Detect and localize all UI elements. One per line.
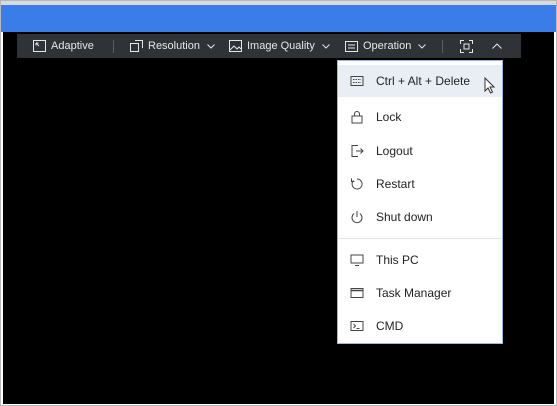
power-icon <box>350 210 364 224</box>
title-bar <box>1 5 556 32</box>
resolution-icon <box>130 40 143 52</box>
menu-item-label: This PC <box>376 253 419 267</box>
mouse-cursor-icon <box>484 76 496 97</box>
menu-item-task-manager[interactable]: Task Manager <box>338 277 502 309</box>
menu-item-label: Logout <box>376 144 413 158</box>
menu-item-label: CMD <box>376 319 404 333</box>
logout-icon <box>350 144 364 158</box>
monitor-icon <box>350 253 364 267</box>
menu-item-cmd[interactable]: CMD <box>338 310 502 342</box>
window-icon <box>350 286 364 300</box>
lock-icon <box>350 110 364 124</box>
terminal-icon <box>350 319 364 333</box>
remote-toolbar: Adaptive Resolution Image Quality Operat… <box>17 34 521 58</box>
restart-icon <box>350 177 364 191</box>
operation-label: Operation <box>363 40 412 52</box>
remote-desktop-window: Adaptive Resolution Image Quality Operat… <box>0 0 557 406</box>
menu-item-ctrl-alt-delete[interactable]: Ctrl + Alt + Delete <box>338 65 502 97</box>
fullscreen-button[interactable] <box>460 34 473 58</box>
menu-item-restart[interactable]: Restart <box>338 168 502 200</box>
chevron-down-icon <box>418 43 427 49</box>
menu-item-this-pc[interactable]: This PC <box>338 244 502 276</box>
menu-item-shut-down[interactable]: Shut down <box>338 201 502 233</box>
chevron-up-icon <box>492 43 502 49</box>
toolbar-separator <box>442 40 443 53</box>
menu-item-label: Lock <box>376 110 402 124</box>
menu-item-logout[interactable]: Logout <box>338 135 502 167</box>
menu-divider <box>338 238 502 239</box>
menu-item-label: Shut down <box>376 210 433 224</box>
chevron-down-icon <box>322 43 330 49</box>
toolbar-separator <box>113 40 114 53</box>
operation-dropdown[interactable]: Operation <box>345 34 427 58</box>
fullscreen-icon <box>460 39 473 53</box>
menu-item-label: Ctrl + Alt + Delete <box>376 74 471 88</box>
menu-item-label: Task Manager <box>376 286 452 300</box>
adaptive-label: Adaptive <box>51 40 94 52</box>
menu-item-lock[interactable]: Lock <box>338 101 502 133</box>
image-icon <box>229 40 242 52</box>
keyboard-icon <box>350 74 364 88</box>
resolution-label: Resolution <box>148 40 200 52</box>
menu-item-label: Restart <box>376 177 415 191</box>
chevron-down-icon <box>207 43 215 49</box>
keyboard-icon <box>345 40 358 52</box>
adaptive-icon <box>33 40 46 52</box>
operation-menu: Ctrl + Alt + Delete Lock Logout Restart <box>337 60 503 344</box>
resolution-dropdown[interactable]: Resolution <box>130 34 215 58</box>
image-quality-label: Image Quality <box>247 40 315 52</box>
collapse-toolbar-button[interactable] <box>492 34 502 58</box>
image-quality-dropdown[interactable]: Image Quality <box>229 34 330 58</box>
adaptive-button[interactable]: Adaptive <box>33 34 94 58</box>
